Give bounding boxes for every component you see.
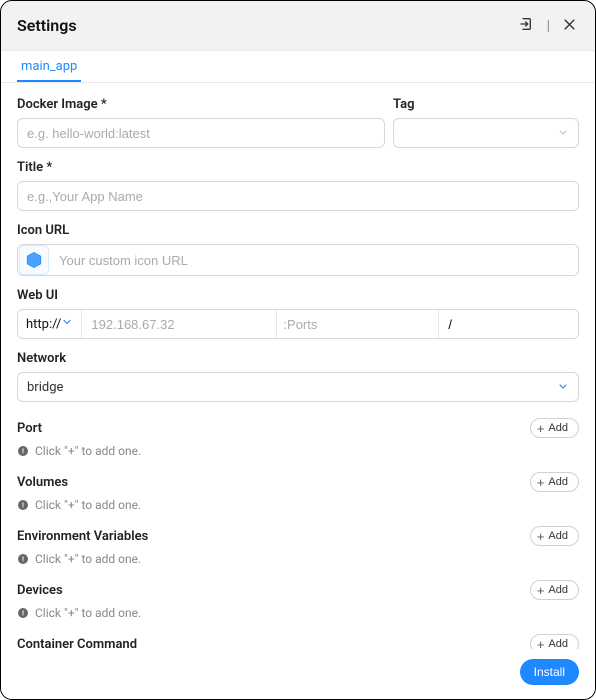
info-icon: ! bbox=[17, 553, 29, 565]
protocol-select[interactable]: http:// bbox=[18, 310, 82, 338]
add-label: Add bbox=[548, 530, 568, 542]
env-hint: ! Click "+" to add one. bbox=[17, 552, 579, 566]
chevron-down-icon bbox=[61, 316, 73, 332]
import-button[interactable] bbox=[517, 14, 537, 37]
tab-main-app[interactable]: main_app bbox=[17, 51, 81, 82]
info-icon: ! bbox=[17, 445, 29, 457]
docker-tag-label: Tag bbox=[393, 97, 579, 112]
plus-icon: + bbox=[537, 422, 545, 435]
title-label: Title * bbox=[17, 160, 579, 175]
add-device-button[interactable]: + Add bbox=[530, 580, 579, 600]
web-ui-label: Web UI bbox=[17, 288, 579, 303]
add-port-button[interactable]: + Add bbox=[530, 418, 579, 438]
web-ui-row: http:// bbox=[17, 309, 579, 339]
title-input[interactable] bbox=[17, 181, 579, 211]
settings-modal: Settings | main_app Docker Image * bbox=[0, 0, 596, 700]
port-hint: ! Click "+" to add one. bbox=[17, 444, 579, 458]
hexagon-icon bbox=[19, 245, 49, 275]
network-value: bridge bbox=[27, 380, 63, 395]
protocol-value: http:// bbox=[26, 317, 61, 332]
info-icon: ! bbox=[17, 499, 29, 511]
host-input[interactable] bbox=[82, 310, 277, 338]
path-input[interactable] bbox=[439, 310, 579, 338]
volumes-hint: ! Click "+" to add one. bbox=[17, 498, 579, 512]
tabs: main_app bbox=[1, 51, 595, 83]
volumes-section-label: Volumes bbox=[17, 475, 68, 490]
install-button[interactable]: Install bbox=[520, 659, 579, 685]
svg-text:!: ! bbox=[22, 449, 24, 456]
form-content: Docker Image * Tag Title * Icon URL bbox=[1, 83, 595, 699]
close-button[interactable] bbox=[560, 15, 579, 37]
icon-url-input[interactable] bbox=[50, 245, 578, 275]
footer: Install bbox=[1, 649, 595, 699]
plus-icon: + bbox=[537, 530, 545, 543]
titlebar-separator: | bbox=[547, 18, 550, 34]
plus-icon: + bbox=[537, 584, 545, 597]
network-label: Network bbox=[17, 351, 579, 366]
devices-section-label: Devices bbox=[17, 583, 63, 598]
close-icon bbox=[562, 17, 577, 35]
add-env-button[interactable]: + Add bbox=[530, 526, 579, 546]
add-label: Add bbox=[548, 584, 568, 596]
svg-text:!: ! bbox=[22, 503, 24, 510]
docker-image-input[interactable] bbox=[17, 118, 385, 148]
add-volume-button[interactable]: + Add bbox=[530, 472, 579, 492]
port-section-label: Port bbox=[17, 421, 42, 436]
plus-icon: + bbox=[537, 476, 545, 489]
add-label: Add bbox=[548, 422, 568, 434]
add-label: Add bbox=[548, 476, 568, 488]
port-input[interactable] bbox=[277, 310, 439, 338]
modal-title: Settings bbox=[17, 16, 77, 35]
titlebar: Settings | bbox=[1, 1, 595, 51]
network-select[interactable]: bridge bbox=[17, 372, 579, 402]
docker-image-label: Docker Image * bbox=[17, 97, 385, 112]
icon-url-row bbox=[17, 244, 579, 276]
devices-hint: ! Click "+" to add one. bbox=[17, 606, 579, 620]
import-icon bbox=[519, 16, 535, 35]
icon-url-label: Icon URL bbox=[17, 223, 579, 238]
svg-text:!: ! bbox=[22, 611, 24, 618]
env-section-label: Environment Variables bbox=[17, 529, 148, 544]
titlebar-actions: | bbox=[517, 14, 579, 37]
svg-text:!: ! bbox=[22, 557, 24, 564]
info-icon: ! bbox=[17, 607, 29, 619]
docker-tag-select[interactable] bbox=[393, 118, 579, 148]
